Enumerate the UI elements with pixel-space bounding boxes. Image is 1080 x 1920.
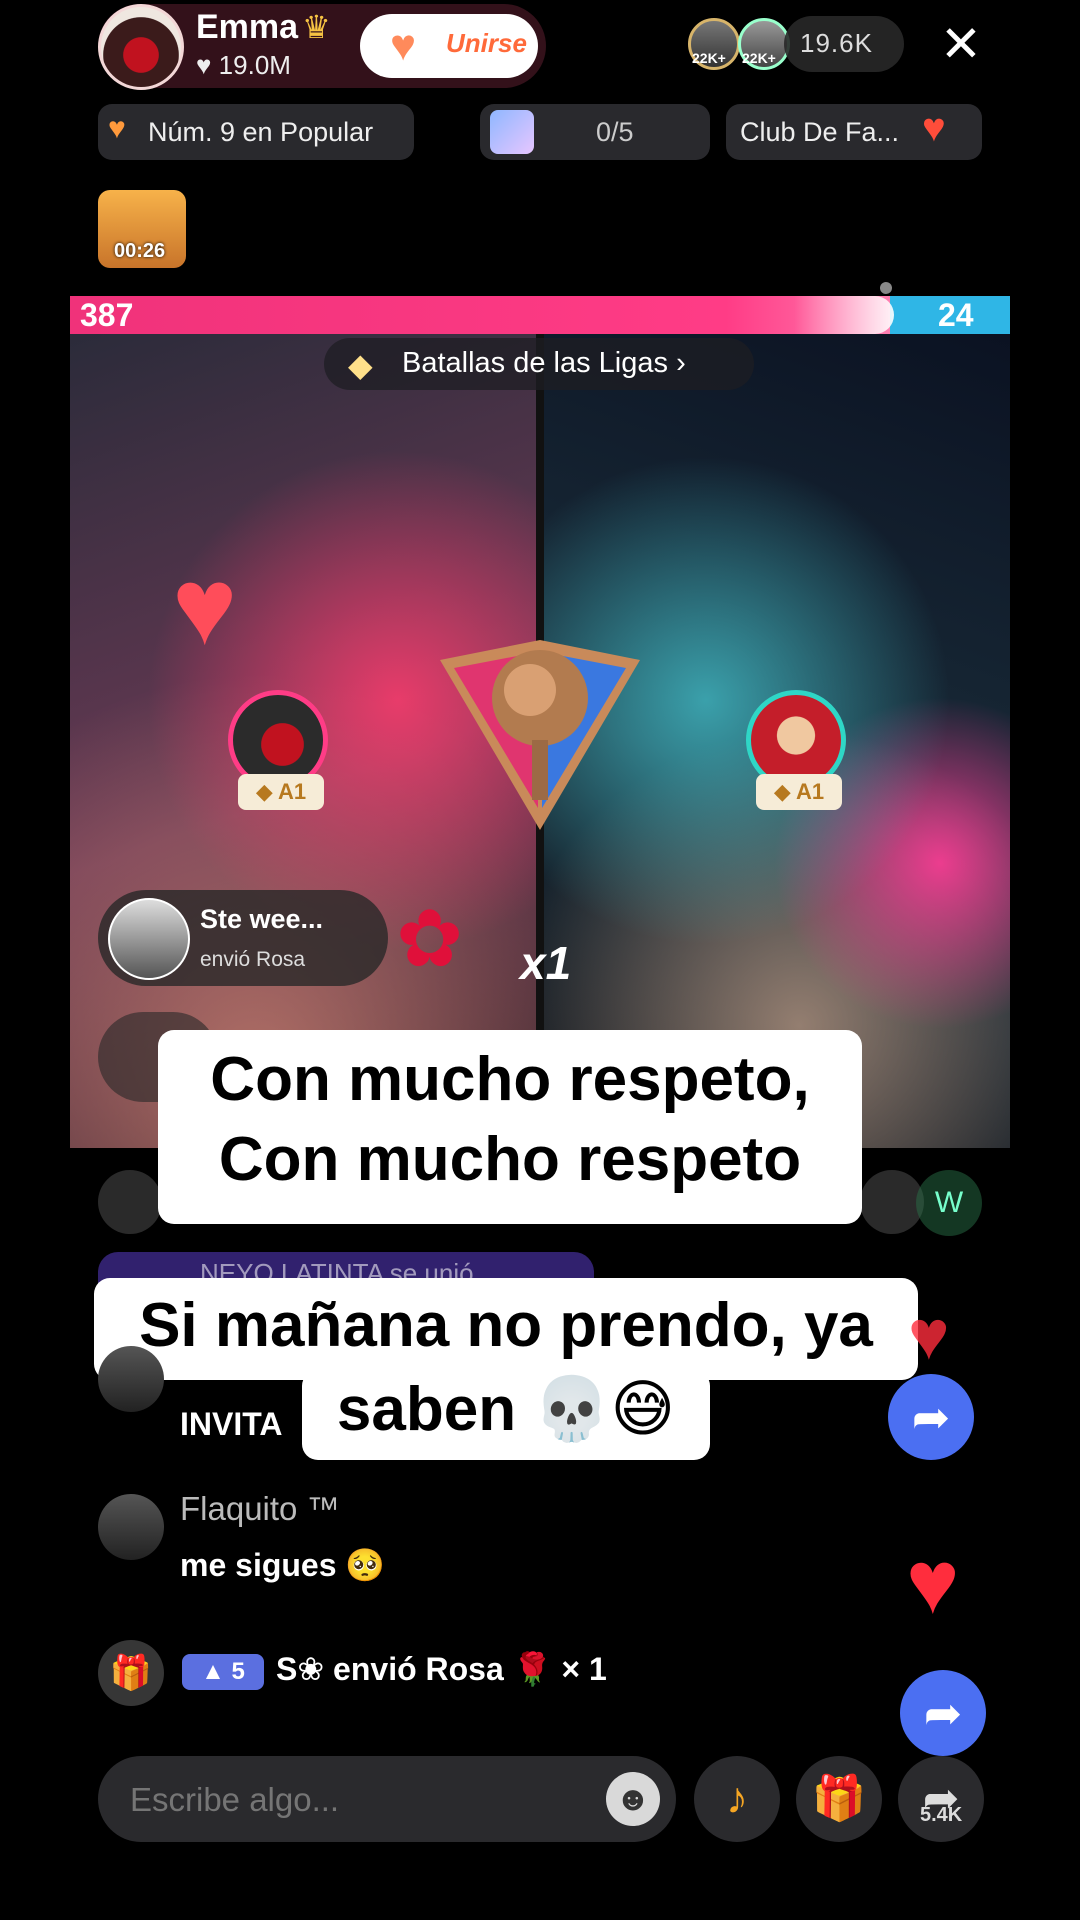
viewer-count: 19.6K [800, 28, 873, 58]
floating-heart-icon: ♥ [908, 1296, 950, 1374]
battle-bar-burst [794, 296, 894, 334]
heart-sticker-icon: ♥ [172, 545, 238, 668]
caption-line-3: Si mañana no prendo, ya [139, 1291, 873, 1360]
gift-message: S❀ envió Rosa 🌹 × 1 [276, 1651, 607, 1687]
chevron-right-icon: › [676, 347, 686, 379]
battle-score-bar-left [70, 296, 890, 334]
share-button-icon[interactable]: ➦ [898, 1756, 984, 1842]
goal-gift-icon [490, 110, 534, 154]
gift-sender-avatar[interactable] [108, 898, 190, 980]
caption-line-2: Con mucho respeto [218, 1125, 802, 1194]
broken-heart-icon: ♥ [108, 112, 126, 145]
gift-sender-name: Ste wee... [200, 904, 324, 934]
share-count: 5.4K [920, 1804, 963, 1826]
bar-marker-dot [880, 282, 892, 294]
faded-supporter-avatar[interactable] [98, 1170, 162, 1234]
heart-plus-icon: ♥ [389, 21, 417, 70]
right-rank-tag: ◆ A1 [756, 774, 842, 810]
caption-line-1: Con mucho respeto, [210, 1045, 810, 1114]
host-likes: ♥ 19.0M [196, 50, 291, 80]
gift-action: envió Rosa [200, 948, 306, 971]
rose-gift-icon: ✿ [396, 894, 464, 983]
chat-avatar[interactable] [98, 1494, 164, 1560]
league-battle-label: Batallas de las Ligas › [402, 347, 686, 379]
floating-heart-icon: ♥ [906, 1533, 960, 1633]
treasure-timer: 00:26 [114, 240, 166, 262]
host-avatar[interactable] [98, 4, 184, 90]
chat-message: me sigues 🥺 [180, 1547, 386, 1583]
fan-club-heart-icon: ♥ [922, 106, 946, 150]
floating-share-icon: ➦ [900, 1670, 986, 1756]
gift-multiplier: x1 [520, 937, 572, 989]
gift-button-icon[interactable]: 🎁 [796, 1756, 882, 1842]
floating-share-icon: ➦ [888, 1374, 974, 1460]
fan-club-label: Club De Fa... [740, 117, 900, 147]
faded-supporter-avatar[interactable] [860, 1170, 924, 1234]
left-rank-tag: ◆ A1 [238, 774, 324, 810]
host-name: Emma [196, 8, 299, 46]
heart-icon: ♥ [196, 50, 219, 80]
league-badge-icon [440, 640, 640, 830]
chat-message: INVITA [180, 1406, 283, 1442]
comment-input[interactable] [128, 1780, 592, 1820]
chat-avatar[interactable] [98, 1346, 164, 1412]
chat-username[interactable]: Flaquito ™ [180, 1490, 340, 1528]
crown-icon: ♛ [302, 9, 331, 45]
diamond-icon: ◆ [348, 347, 373, 383]
viewer-badge: 22K+ [742, 50, 776, 66]
faded-supporter-badge[interactable]: W [916, 1170, 982, 1236]
join-button-label: Unirse [446, 28, 527, 58]
music-discount-icon[interactable]: ♪ [694, 1756, 780, 1842]
battle-score-left: 387 [80, 297, 134, 333]
ranking-label: Núm. 9 en Popular [148, 117, 374, 147]
goal-progress: 0/5 [596, 117, 634, 147]
level-badge: ▲ 5 [182, 1654, 264, 1690]
battle-score-right: 24 [938, 297, 974, 333]
close-icon[interactable]: ✕ [940, 16, 982, 72]
gift-icon[interactable]: 🎁 [98, 1640, 164, 1706]
emoji-icon[interactable]: ☻ [606, 1772, 660, 1826]
viewer-badge: 22K+ [692, 50, 726, 66]
caption-box-1: Con mucho respeto, Con mucho respeto [158, 1030, 862, 1224]
